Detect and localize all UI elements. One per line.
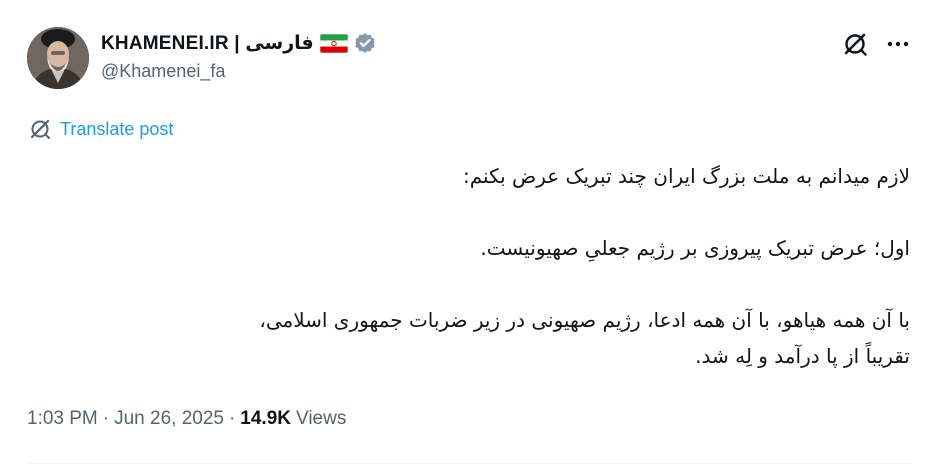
meta-separator: · <box>102 408 110 429</box>
author-handle[interactable]: @Khamenei_fa <box>101 61 225 82</box>
avatar[interactable] <box>27 27 89 89</box>
iran-flag-icon <box>319 33 349 53</box>
more-options-icon[interactable] <box>884 30 912 58</box>
author-name-row[interactable]: KHAMENEI.IR | فارسی <box>101 30 376 56</box>
meta-separator: · <box>228 408 236 429</box>
post-time[interactable]: 1:03 PM <box>27 408 98 430</box>
avatar-image <box>27 27 89 89</box>
views-label: Views <box>296 408 347 429</box>
post-paragraph: لازم میدانم به ملت بزرگ ایران چند تبریک … <box>462 164 910 188</box>
grok-icon[interactable] <box>842 31 868 57</box>
display-name[interactable]: KHAMENEI.IR | فارسی <box>101 32 314 55</box>
divider <box>27 463 911 464</box>
post-meta: 1:03 PM · Jun 26, 2025 · 14.9K Views <box>27 408 346 430</box>
post-paragraph: با آن همه هیاهو، با آن همه ادعا، رژیم صه… <box>259 308 910 368</box>
views-count: 14.9K <box>240 408 291 429</box>
translate-icon <box>28 117 52 141</box>
post-date[interactable]: Jun 26, 2025 <box>114 408 224 430</box>
post-paragraph: اول؛ عرض تبریک پیروزی بر رژیم جعلیِ صهیو… <box>480 236 910 260</box>
post-text: لازم میدانم به ملت بزرگ ایران چند تبریک … <box>30 158 910 374</box>
translate-post-button[interactable]: Translate post <box>28 117 173 141</box>
translate-post-label[interactable]: Translate post <box>60 119 173 140</box>
verified-badge-icon[interactable] <box>354 32 376 54</box>
